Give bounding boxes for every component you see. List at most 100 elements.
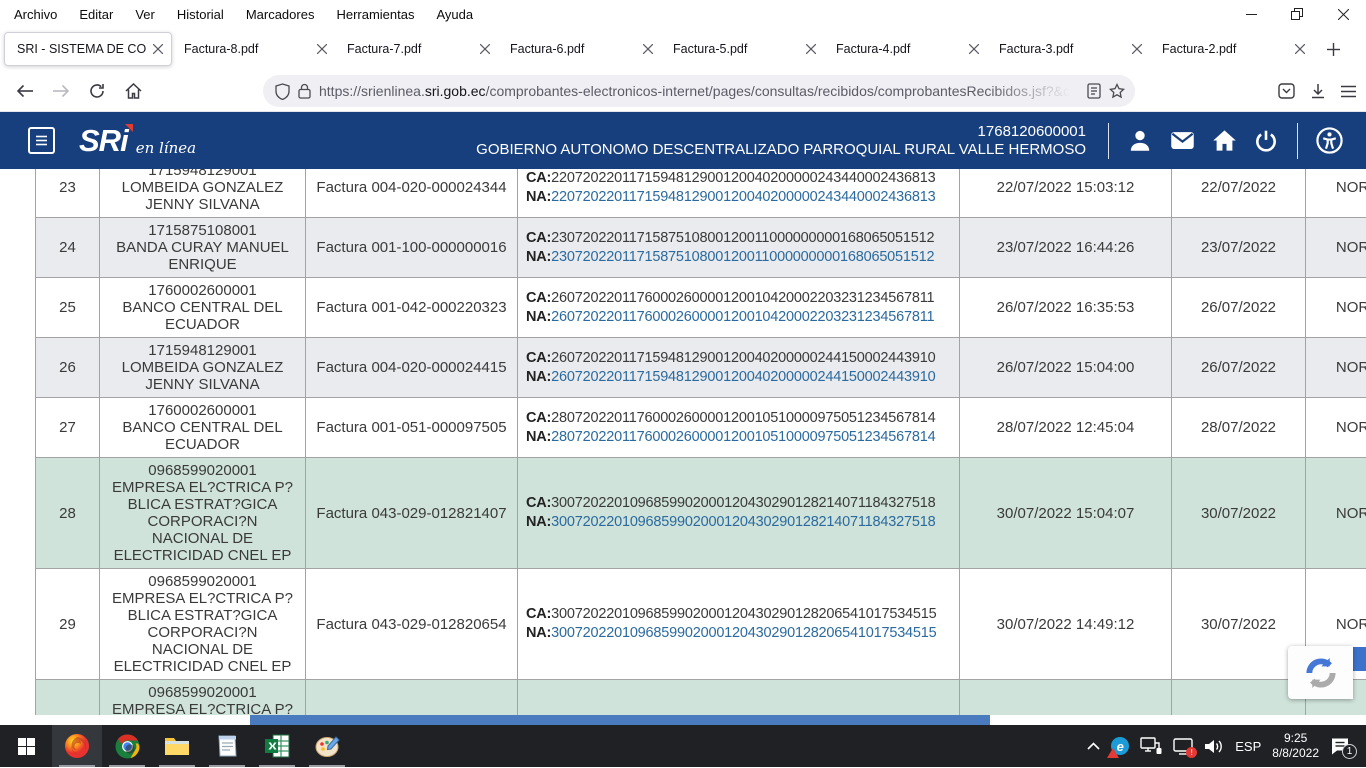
pocket-icon — [1278, 83, 1295, 99]
reload-button[interactable] — [81, 75, 113, 107]
table-row[interactable]: 27 1760002600001 BANCO CENTRAL DEL ECUAD… — [35, 398, 1366, 458]
user-profile-button[interactable] — [1119, 123, 1161, 159]
authorization-number-link[interactable]: 2307202201171587510800120011000000000168… — [551, 249, 934, 265]
authorization-number-link[interactable]: 2207202201171594812900120040200000243440… — [551, 189, 935, 205]
tab-sri-sistema[interactable]: SRI - SISTEMA DE COMP — [4, 32, 172, 66]
minimize-button[interactable] — [1228, 0, 1274, 28]
tab-close-icon[interactable] — [643, 44, 653, 54]
home-portal-button[interactable] — [1203, 123, 1245, 159]
table-row[interactable]: 24 1715875108001 BANDA CURAY MANUEL ENRI… — [35, 218, 1366, 278]
tray-volume[interactable] — [1204, 738, 1224, 755]
downloads-button[interactable] — [1302, 75, 1334, 107]
horizontal-scrollbar[interactable] — [0, 715, 1366, 725]
pocket-button[interactable] — [1270, 75, 1302, 107]
authorization-number-link[interactable]: 2607202201176000260000120010420002203231… — [551, 309, 934, 325]
menu-editar[interactable]: Editar — [79, 7, 113, 22]
emission-type-cell: NORMAL — [1306, 338, 1366, 397]
tab-close-icon[interactable] — [1295, 44, 1305, 54]
access-key-line: CA:3007202201096859902000120430290128214… — [526, 494, 935, 513]
tab-close-icon[interactable] — [1132, 44, 1142, 54]
reload-icon — [89, 83, 105, 99]
tab-factura-2[interactable]: Factura-2.pdf — [1150, 32, 1313, 66]
language-indicator[interactable]: ESP — [1235, 739, 1261, 754]
bookmark-star-icon[interactable] — [1109, 83, 1125, 99]
url-text: https://srienlinea.sri.gob.ec/comprobant… — [319, 83, 1079, 99]
taskbar-chrome[interactable] — [102, 725, 152, 767]
menu-marcadores[interactable]: Marcadores — [246, 7, 315, 22]
accessibility-button[interactable] — [1308, 123, 1350, 159]
tray-network[interactable] — [1140, 737, 1162, 755]
logout-button[interactable] — [1245, 123, 1287, 159]
table-row[interactable]: 26 1715948129001 LOMBEIDA GONZALEZ JENNY… — [35, 338, 1366, 398]
sri-menu-button[interactable] — [28, 127, 55, 154]
shield-icon[interactable] — [275, 83, 290, 100]
system-tray: e ! ESP 9:25 8/8/2022 1 — [1087, 731, 1366, 761]
tab-factura-8[interactable]: Factura-8.pdf — [172, 32, 335, 66]
menu-ayuda[interactable]: Ayuda — [436, 7, 473, 22]
taskbar-paint[interactable] — [302, 725, 352, 767]
home-button[interactable] — [117, 75, 149, 107]
recaptcha-badge[interactable] — [1288, 646, 1353, 699]
new-tab-button[interactable] — [1327, 43, 1340, 56]
menu-historial[interactable]: Historial — [177, 7, 224, 22]
messages-button[interactable] — [1161, 123, 1203, 159]
taskbar-excel[interactable] — [252, 725, 302, 767]
issuer-cell: 1715948129001 LOMBEIDA GONZALEZ JENNY SI… — [100, 338, 306, 397]
sri-logo[interactable]: SRi en línea — [79, 123, 196, 159]
table-row[interactable]: 29 0968599020001 EMPRESA EL?CTRICA P?BLI… — [35, 569, 1366, 680]
issue-date-cell: 28/07/2022 — [1172, 398, 1306, 457]
scrollbar-thumb[interactable] — [250, 715, 990, 725]
table-row[interactable]: 25 1760002600001 BANCO CENTRAL DEL ECUAD… — [35, 278, 1366, 338]
table-row[interactable]: 23 1715948129001 LOMBEIDA GONZALEZ JENNY… — [35, 169, 1366, 218]
menu-herramientas[interactable]: Herramientas — [336, 7, 414, 22]
warning-triangle-icon — [1107, 748, 1119, 758]
authorization-number-link[interactable]: 3007202201096859902000120430290128206541… — [551, 625, 936, 641]
authorization-number-link[interactable]: 2607202201171594812900120040200000244150… — [551, 369, 935, 385]
authorization-number-link[interactable]: 2807202201176000260000120010510000975051… — [551, 429, 935, 445]
table-row[interactable]: 28 0968599020001 EMPRESA EL?CTRICA P?BLI… — [35, 458, 1366, 569]
issuer-cell: 1760002600001 BANCO CENTRAL DEL ECUADOR — [100, 278, 306, 337]
issuer-ruc: 1715948129001 — [148, 169, 256, 179]
window-controls — [1228, 0, 1366, 28]
tab-close-icon[interactable] — [806, 44, 816, 54]
tray-expand-button[interactable] — [1087, 742, 1100, 750]
forward-button[interactable] — [45, 75, 77, 107]
app-menu-button[interactable] — [1332, 75, 1364, 107]
tab-factura-7[interactable]: Factura-7.pdf — [335, 32, 498, 66]
clock[interactable]: 9:25 8/8/2022 — [1272, 731, 1319, 761]
taskbar-firefox[interactable] — [52, 725, 102, 767]
taskbar-notepad[interactable] — [202, 725, 252, 767]
issuer-cell: 0968599020001 EMPRESA EL?CTRICA P?BLICA … — [100, 569, 306, 679]
reader-view-icon[interactable] — [1087, 83, 1101, 99]
back-icon — [16, 84, 34, 98]
tab-close-icon[interactable] — [153, 44, 163, 54]
tab-factura-6[interactable]: Factura-6.pdf — [498, 32, 661, 66]
restore-icon — [1291, 8, 1303, 20]
authorization-cell: CA:3007202201096859902000120430290128206… — [518, 569, 960, 679]
close-window-button[interactable] — [1320, 0, 1366, 28]
menu-ver[interactable]: Ver — [135, 7, 155, 22]
tab-close-icon[interactable] — [317, 44, 327, 54]
restore-button[interactable] — [1274, 0, 1320, 28]
tray-display-settings[interactable]: ! — [1173, 738, 1193, 755]
issuer-cell: 1715948129001 LOMBEIDA GONZALEZ JENNY SI… — [100, 169, 306, 217]
issue-date-cell: 22/07/2022 — [1172, 169, 1306, 217]
authorization-number-link[interactable]: 3007202201096859902000120430290128214071… — [551, 514, 935, 530]
tab-factura-3[interactable]: Factura-3.pdf — [987, 32, 1150, 66]
windows-logo-icon — [18, 738, 35, 755]
notification-center-button[interactable]: 1 — [1330, 737, 1350, 755]
tab-close-icon[interactable] — [969, 44, 979, 54]
tray-antivirus[interactable]: e — [1111, 737, 1129, 755]
lock-icon[interactable] — [298, 83, 311, 99]
tab-factura-5[interactable]: Factura-5.pdf — [661, 32, 824, 66]
row-number: 28 — [35, 458, 100, 568]
back-button[interactable] — [9, 75, 41, 107]
tab-factura-4[interactable]: Factura-4.pdf — [824, 32, 987, 66]
start-button[interactable] — [0, 725, 52, 767]
taskbar-file-explorer[interactable] — [152, 725, 202, 767]
notepad-icon — [216, 734, 238, 758]
tab-close-icon[interactable] — [480, 44, 490, 54]
url-bar[interactable]: https://srienlinea.sri.gob.ec/comprobant… — [263, 75, 1135, 107]
menu-archivo[interactable]: Archivo — [14, 7, 57, 22]
sri-logo-tagline: en línea — [136, 139, 196, 157]
